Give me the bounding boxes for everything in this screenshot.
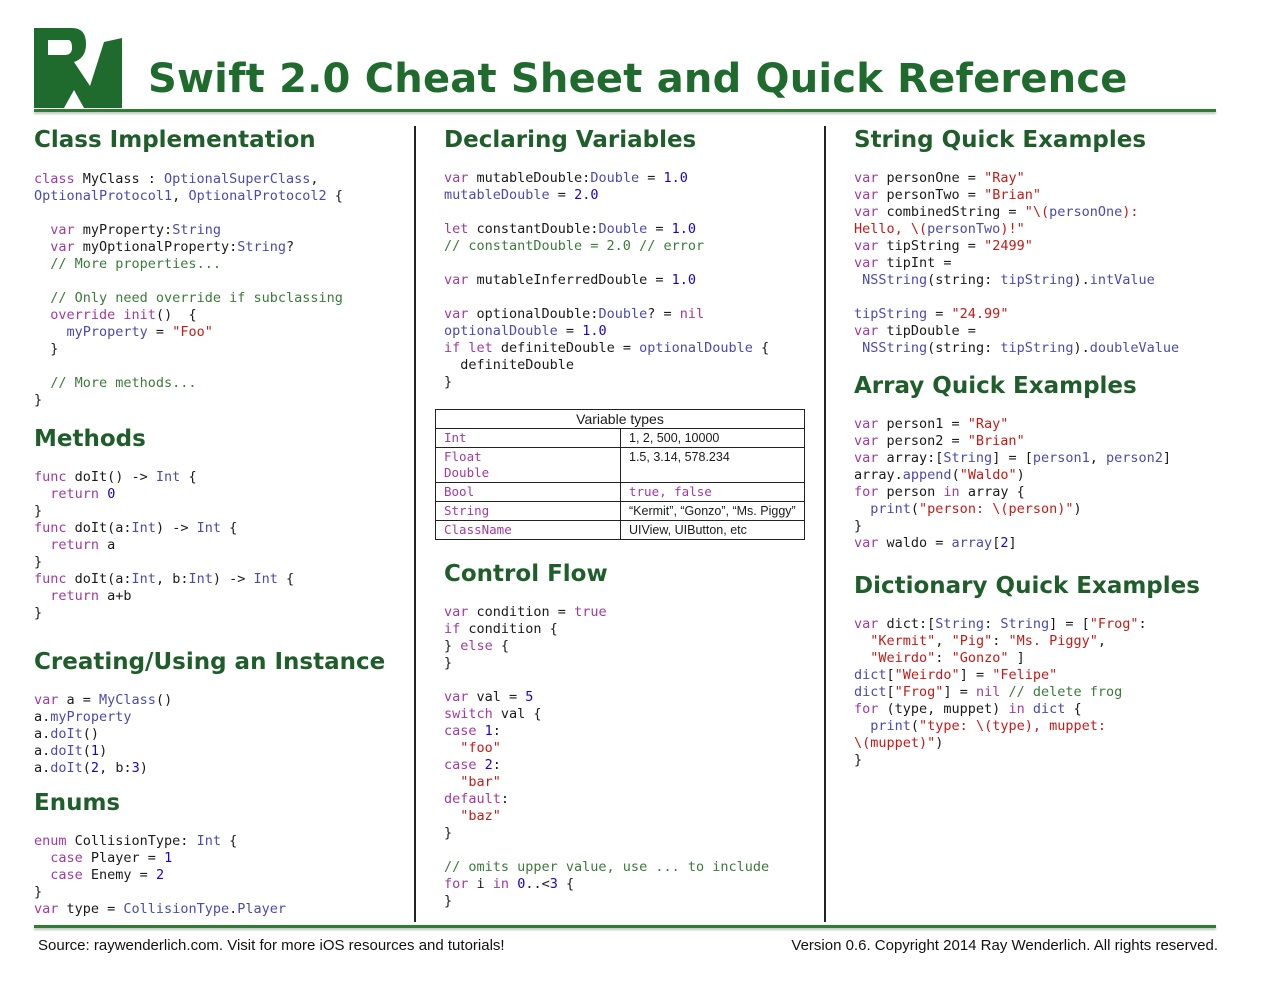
code-block-variables: var mutableDouble:Double = 1.0 mutableDo… <box>444 170 770 390</box>
section-heading-arrays: Array Quick Examples <box>854 373 1137 399</box>
variable-types-table: Variable types Int 1, 2, 500, 10000 Floa… <box>435 409 805 540</box>
section-heading-variables: Declaring Variables <box>444 127 697 153</box>
code-block-methods: func doIt() -> Int { return 0 } func doI… <box>34 469 295 621</box>
column-left: Class Implementation class MyClass : Opt… <box>34 126 385 918</box>
table-title: Variable types <box>435 409 805 429</box>
code-block-dictionaries: var dict:[String: String] = ["Frog": "Ke… <box>854 616 1147 768</box>
column-divider <box>414 126 416 922</box>
code-block-enums: enum CollisionType: Int { case Player = … <box>34 833 287 917</box>
section-heading-instance: Creating/Using an Instance <box>34 649 386 675</box>
column-divider <box>824 126 826 922</box>
column-middle: Declaring Variables var mutableDouble:Do… <box>435 126 805 910</box>
section-heading-enums: Enums <box>34 790 121 816</box>
footer-source: Source: raywenderlich.com. Visit for mor… <box>38 937 505 954</box>
table-row: String “Kermit”, “Gonzo”, “Ms. Piggy” <box>435 501 805 521</box>
code-block-control-flow: var condition = true if condition { } el… <box>444 604 770 909</box>
section-heading-strings: String Quick Examples <box>854 127 1147 153</box>
code-block-strings: var personOne = "Ray" var personTwo = "B… <box>854 170 1180 356</box>
section-heading-methods: Methods <box>34 426 146 452</box>
column-right: String Quick Examples var personOne = "R… <box>854 126 1200 769</box>
footer-copyright: Version 0.6. Copyright 2014 Ray Wenderli… <box>791 937 1218 954</box>
table-row: Int 1, 2, 500, 10000 <box>435 428 805 448</box>
section-heading-dictionaries: Dictionary Quick Examples <box>854 573 1200 599</box>
code-block-class: class MyClass : OptionalSuperClass, Opti… <box>34 171 343 408</box>
section-heading-control-flow: Control Flow <box>444 561 608 587</box>
header-rule <box>34 109 1216 112</box>
code-block-arrays: var person1 = "Ray" var person2 = "Brian… <box>854 416 1172 551</box>
code-block-instance: var a = MyClass() a.myProperty a.doIt() … <box>34 692 173 776</box>
table-row: ClassName UIView, UIButton, etc <box>435 520 805 540</box>
table-row: Float Double 1.5, 3.14, 578.234 <box>435 447 805 483</box>
section-heading-class-implementation: Class Implementation <box>34 127 316 153</box>
table-row: Bool true, false <box>435 482 805 502</box>
footer-rule <box>34 925 1216 928</box>
rw-logo-icon <box>34 28 122 108</box>
page-title: Swift 2.0 Cheat Sheet and Quick Referenc… <box>148 56 1128 102</box>
